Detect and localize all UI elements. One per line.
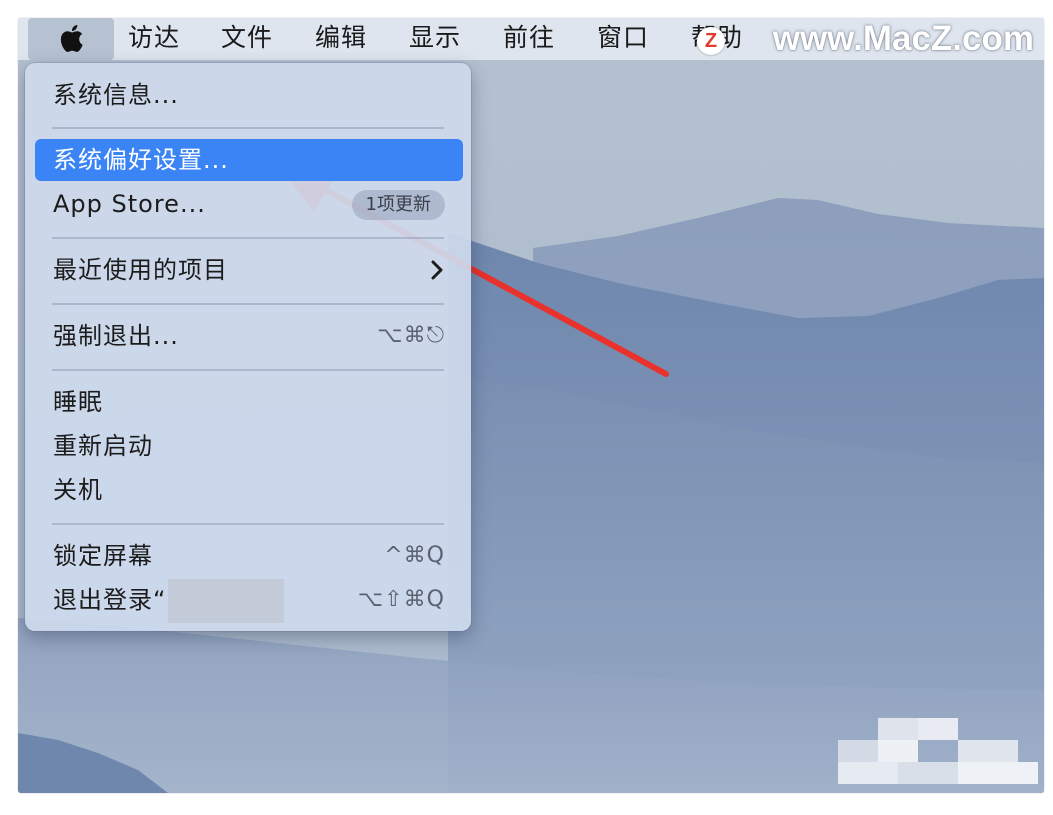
menu-separator — [52, 369, 444, 371]
menu-item-label: App Store... — [53, 190, 206, 218]
menu-item-about[interactable]: 系统信息... — [35, 74, 463, 116]
menu-finder[interactable]: 访达 — [128, 18, 180, 60]
menu-item-recent-items[interactable]: 最近使用的项目 — [35, 249, 463, 291]
screenshot-frame: 访达 文件 编辑 显示 前往 窗口 帮助 Z www.MacZ.com 系统信息… — [18, 18, 1044, 793]
menu-item-force-quit[interactable]: 强制退出... ⌥⌘⎋ — [35, 315, 463, 357]
menu-item-label: 系统偏好设置... — [53, 146, 229, 174]
menu-edit[interactable]: 编辑 — [315, 18, 367, 60]
menu-separator — [52, 237, 444, 239]
menu-item-label: 强制退出... — [53, 322, 179, 350]
menu-item-shut-down[interactable]: 关机 — [35, 469, 463, 511]
apple-menu-button[interactable] — [28, 18, 114, 60]
chevron-right-icon — [431, 260, 443, 280]
menu-item-sleep[interactable]: 睡眠 — [35, 381, 463, 423]
watermark-logo: Z — [697, 27, 725, 55]
shortcut-lock-screen: ^⌘Q — [384, 543, 445, 568]
shortcut-log-out: ⌥⇧⌘Q — [357, 587, 445, 612]
apple-dropdown-menu: 系统信息... 系统偏好设置... App Store... 1项更新 最近使用… — [25, 63, 471, 631]
menu-item-lock-screen[interactable]: 锁定屏幕 ^⌘Q — [35, 535, 463, 577]
menu-separator — [52, 127, 444, 129]
menu-view[interactable]: 显示 — [409, 18, 461, 60]
menu-item-label: 最近使用的项目 — [53, 256, 228, 284]
shortcut-force-quit: ⌥⌘⎋ — [377, 323, 445, 348]
menu-item-label: 睡眠 — [53, 388, 103, 416]
menu-item-label: 锁定屏幕 — [53, 542, 153, 570]
watermark-text: www.MacZ.com — [772, 19, 1034, 58]
menu-item-restart[interactable]: 重新启动 — [35, 425, 463, 467]
log-out-label: 退出登录“ — [53, 586, 167, 614]
menu-item-label: 重新启动 — [53, 432, 153, 460]
menu-bar: 访达 文件 编辑 显示 前往 窗口 帮助 Z www.MacZ.com — [18, 18, 1044, 60]
watermark-logo-letter: Z — [704, 30, 718, 52]
menu-item-label: 系统信息... — [53, 81, 179, 109]
menu-item-label: 关机 — [53, 476, 103, 504]
menu-file[interactable]: 文件 — [221, 18, 273, 60]
menu-go[interactable]: 前往 — [503, 18, 555, 60]
menu-separator — [52, 523, 444, 525]
redaction-mosaic — [838, 718, 1038, 784]
redacted-username — [168, 579, 285, 623]
update-badge: 1项更新 — [351, 190, 445, 220]
menu-window[interactable]: 窗口 — [597, 18, 649, 60]
menu-separator — [52, 303, 444, 305]
apple-logo-icon — [60, 24, 83, 52]
menu-item-label: 退出登录“ — [53, 579, 285, 623]
menu-item-app-store[interactable]: App Store... 1项更新 — [35, 183, 463, 225]
menu-item-system-preferences[interactable]: 系统偏好设置... — [35, 139, 463, 181]
menu-item-log-out[interactable]: 退出登录“ ⌥⇧⌘Q — [35, 579, 463, 623]
